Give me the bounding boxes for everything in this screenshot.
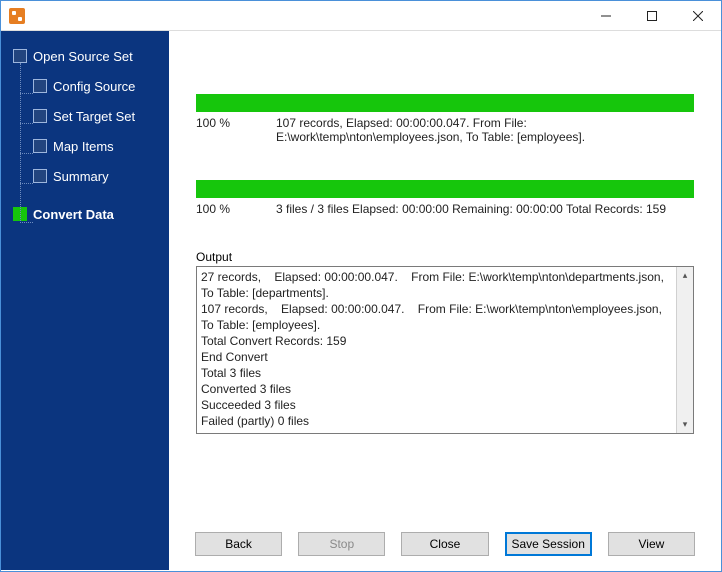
step-label: Summary: [53, 169, 109, 184]
window-controls: [583, 1, 721, 31]
overall-progress-block: 100 % 3 files / 3 files Elapsed: 00:00:0…: [182, 152, 708, 224]
overall-progress-details: 3 files / 3 files Elapsed: 00:00:00 Rema…: [276, 202, 694, 216]
maximize-button[interactable]: [629, 1, 675, 31]
output-label: Output: [182, 250, 708, 264]
overall-progress-percent: 100 %: [196, 202, 276, 216]
step-label: Set Target Set: [53, 109, 135, 124]
button-row: Back Stop Close Save Session View: [181, 522, 709, 560]
overall-progress-bar: [196, 180, 694, 198]
wizard-sidebar: Open Source Set Config Source Set Target…: [1, 31, 169, 570]
minimize-button[interactable]: [583, 1, 629, 31]
step-config-source[interactable]: Config Source: [13, 71, 169, 101]
step-set-target-set[interactable]: Set Target Set: [13, 101, 169, 131]
content-pane: 100 % 107 records, Elapsed: 00:00:00.047…: [169, 31, 721, 570]
scroll-down-icon[interactable]: ▾: [677, 416, 693, 433]
step-label: Map Items: [53, 139, 114, 154]
step-open-source-set[interactable]: Open Source Set: [13, 41, 169, 71]
output-scrollbar[interactable]: ▴ ▾: [676, 267, 693, 433]
step-label: Config Source: [53, 79, 135, 94]
step-node-icon: [33, 139, 47, 153]
close-button-footer[interactable]: Close: [401, 532, 488, 556]
file-progress-details: 107 records, Elapsed: 00:00:00.047. From…: [276, 116, 694, 144]
file-progress-block: 100 % 107 records, Elapsed: 00:00:00.047…: [182, 42, 708, 152]
output-text: 27 records, Elapsed: 00:00:00.047. From …: [201, 269, 676, 429]
step-node-icon: [33, 79, 47, 93]
scroll-up-icon[interactable]: ▴: [677, 267, 693, 284]
file-progress-percent: 100 %: [196, 116, 276, 144]
close-button[interactable]: [675, 1, 721, 31]
titlebar: [1, 1, 721, 31]
save-session-button[interactable]: Save Session: [505, 532, 592, 556]
view-button[interactable]: View: [608, 532, 695, 556]
step-node-icon: [33, 109, 47, 123]
output-panel: 27 records, Elapsed: 00:00:00.047. From …: [196, 266, 694, 434]
step-label: Open Source Set: [33, 49, 133, 64]
step-convert-data[interactable]: Convert Data: [13, 199, 169, 229]
step-label: Convert Data: [33, 207, 114, 222]
stop-button: Stop: [298, 532, 385, 556]
back-button[interactable]: Back: [195, 532, 282, 556]
app-icon: [9, 8, 25, 24]
step-node-icon: [33, 169, 47, 183]
file-progress-bar: [196, 94, 694, 112]
step-map-items[interactable]: Map Items: [13, 131, 169, 161]
step-node-icon: [13, 49, 27, 63]
step-summary[interactable]: Summary: [13, 161, 169, 191]
